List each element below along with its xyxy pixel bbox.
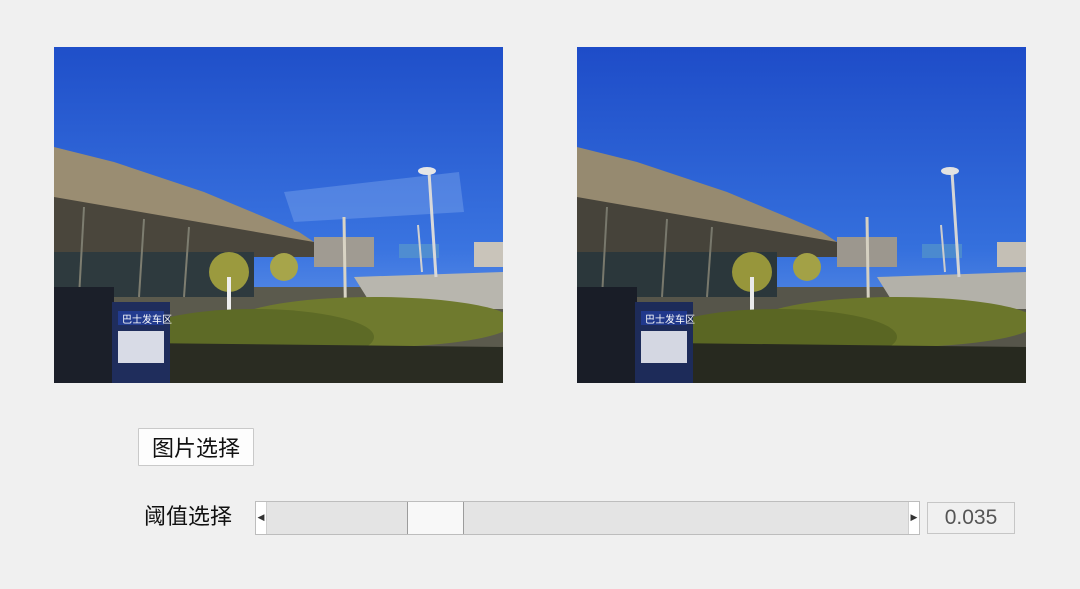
sign-text: 巴士发车区 <box>122 313 172 326</box>
original-image-graphic: 巴士发车区 <box>54 47 503 383</box>
select-image-button[interactable]: 图片选择 <box>138 428 254 466</box>
sign-text: 巴士发车区 <box>645 313 695 326</box>
threshold-value-field: 0.035 <box>927 502 1015 534</box>
processed-image: 巴士发车区 <box>577 47 1026 383</box>
threshold-label: 阈值选择 <box>144 505 233 530</box>
threshold-slider[interactable]: ◀ ▶ <box>255 501 920 535</box>
original-image: 巴士发车区 <box>54 47 503 383</box>
slider-right-arrow-icon[interactable]: ▶ <box>908 502 919 534</box>
slider-track[interactable] <box>267 502 908 534</box>
slider-left-arrow-icon[interactable]: ◀ <box>256 502 267 534</box>
processed-image-graphic: 巴士发车区 <box>577 47 1026 383</box>
slider-thumb[interactable] <box>407 502 464 534</box>
